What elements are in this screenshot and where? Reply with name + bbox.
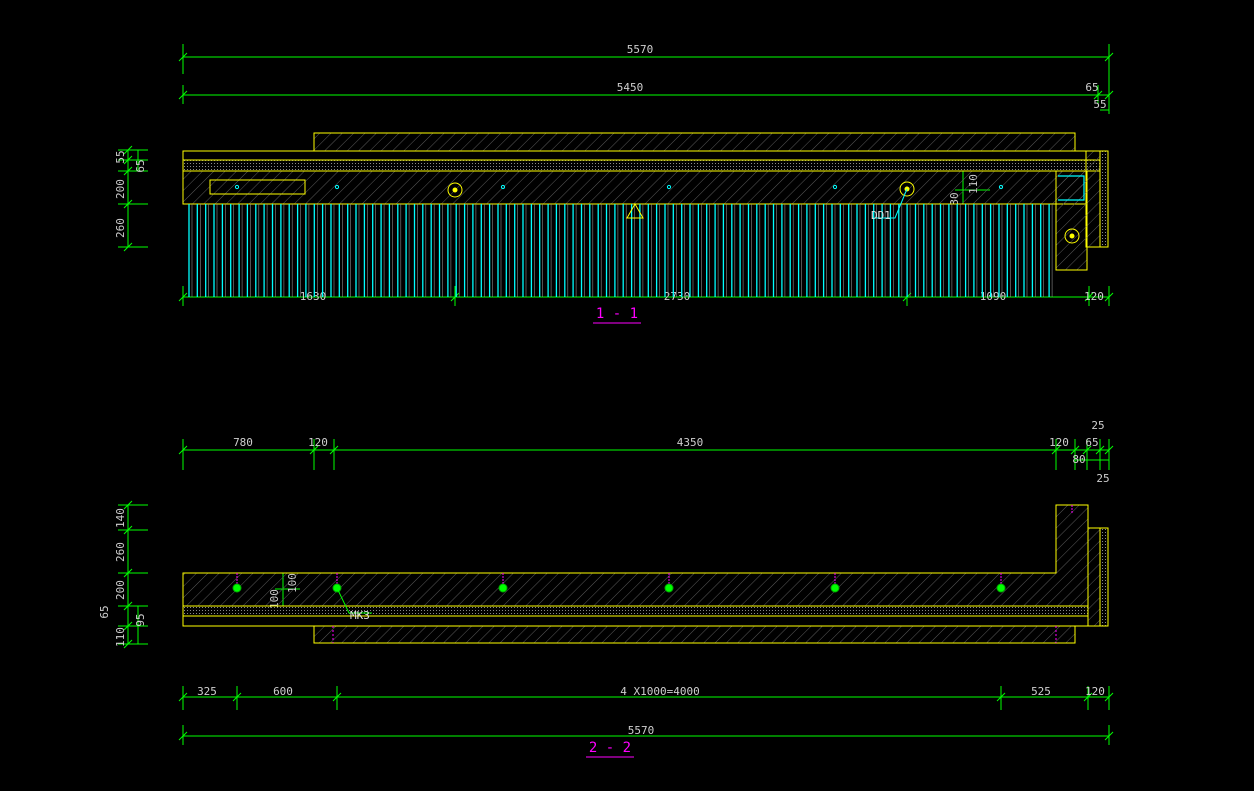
cad-drawing-canvas: 5570 5450 65 55 1630 2730 1090 120 55 65…: [98, 43, 1114, 758]
dim-80: 80: [1072, 453, 1085, 466]
right-wall-finish-s2: [1099, 527, 1109, 627]
dim-right-65: 65: [1085, 81, 1098, 94]
dim-120-right: 120: [1049, 436, 1069, 449]
callout-dd1: DD1: [871, 209, 891, 222]
vdim-140: 140: [114, 508, 127, 528]
beam-body: [182, 170, 1087, 205]
vdim-110-s2: 110: [114, 627, 127, 647]
vdim-55: 55: [114, 150, 127, 163]
vdim-65-s2: 65: [98, 605, 111, 618]
dim-overall-5570-bottom: 5570: [628, 724, 655, 737]
dim-25-bottom: 25: [1096, 472, 1109, 485]
right-wall: [1085, 150, 1101, 248]
dim-inner-5450: 5450: [617, 81, 644, 94]
dim-seg-120: 120: [1084, 290, 1104, 303]
level-marker-icon: [626, 202, 644, 219]
dim-600: 600: [273, 685, 293, 698]
l-beam-body: [182, 504, 1089, 607]
dim-right-55: 55: [1093, 98, 1106, 111]
finish-layer-s2: [182, 615, 1089, 627]
dim-780: 780: [233, 436, 253, 449]
vdim-95: 95: [134, 613, 147, 626]
dim-325: 325: [197, 685, 217, 698]
section-2-2: 780 120 4350 120 65 25 80 25 325 600 4 X…: [98, 419, 1114, 758]
insulation-layer-s2: [182, 605, 1089, 617]
right-wall-s2: [1087, 527, 1101, 627]
dim-120-bottom: 120: [1085, 685, 1105, 698]
dim-525: 525: [1031, 685, 1051, 698]
section-1-title: 1 - 1: [596, 306, 638, 322]
insulation-layer: [182, 159, 1101, 172]
right-wall-finish: [1099, 150, 1109, 248]
upper-slab: [313, 132, 1076, 152]
vdim-65: 65: [134, 159, 147, 172]
dim-65: 65: [1085, 436, 1098, 449]
vdim-200: 200: [114, 179, 127, 199]
vdim-200-s2: 200: [114, 580, 127, 600]
dim-4350: 4350: [677, 436, 704, 449]
rebar-hangers: [188, 204, 1053, 297]
vdim-260: 260: [114, 218, 127, 238]
section-1-1: 5570 5450 65 55 1630 2730 1090 120 55 65…: [114, 43, 1114, 324]
dim-4000: 4 X1000=4000: [620, 685, 699, 698]
section-2-title: 2 - 2: [589, 740, 631, 756]
lower-slab: [313, 625, 1076, 644]
callout-mk3: MK3: [350, 609, 370, 622]
dim-25-top: 25: [1091, 419, 1104, 432]
dim-overall-5570: 5570: [627, 43, 654, 56]
finish-layer: [182, 150, 1101, 161]
right-column: [1055, 170, 1088, 271]
vdim-260-s2: 260: [114, 542, 127, 562]
dim-120-left: 120: [308, 436, 328, 449]
